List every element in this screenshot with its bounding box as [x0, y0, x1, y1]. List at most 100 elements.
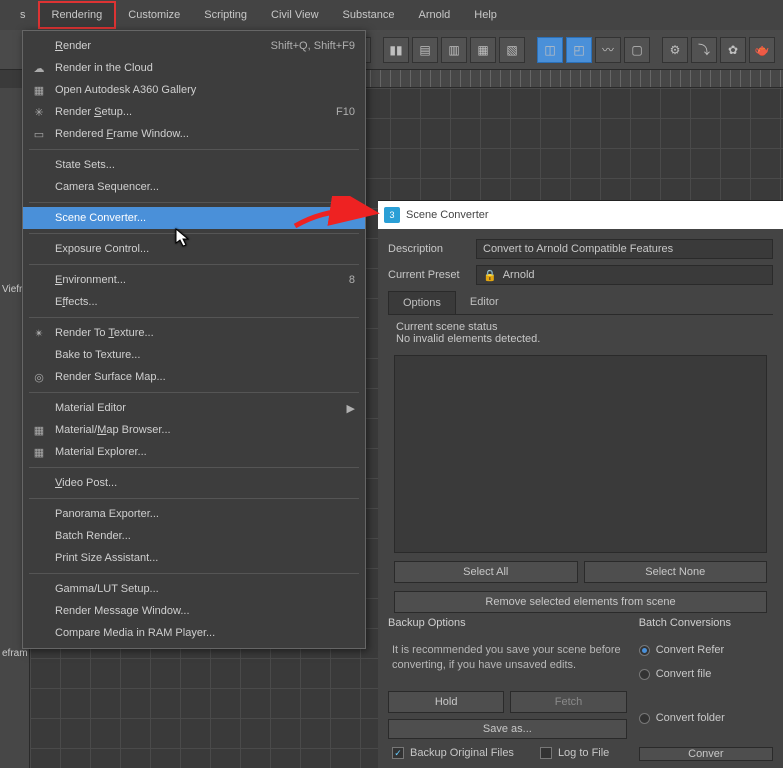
menu-item-rendered-frame-window[interactable]: ▭Rendered Frame Window... [23, 123, 365, 145]
menu-label: Panorama Exporter... [49, 508, 355, 520]
menu-label: Render Message Window... [49, 605, 355, 617]
log-to-file-checkbox[interactable]: Log to File [536, 745, 613, 761]
menu-item-exposure-control[interactable]: Exposure Control... [23, 238, 365, 260]
scene-converter-titlebar[interactable]: 3 Scene Converter [378, 201, 783, 229]
menu-item-state-sets[interactable]: State Sets... [23, 154, 365, 176]
menu-shortcut: F10 [336, 106, 355, 118]
menubar-item-scripting[interactable]: Scripting [192, 3, 259, 27]
scene-converter-window: 3 Scene Converter Description Convert to… [378, 200, 783, 768]
menu-label: Video Post... [49, 477, 355, 489]
description-field[interactable]: Convert to Arnold Compatible Features [476, 239, 773, 259]
menu-item-render-in-the-cloud[interactable]: ☁Render in the Cloud [23, 57, 365, 79]
save-as-button[interactable]: Save as... [388, 719, 627, 739]
toolbar-button-11[interactable]: ⤵ [691, 37, 717, 63]
menu-label: Material Editor [49, 402, 343, 414]
menu-label: Render Setup... [49, 106, 336, 118]
menu-label: Environment... [49, 274, 349, 286]
menu-item-compare-media-in-ram-player[interactable]: Compare Media in RAM Player... [23, 622, 365, 644]
menu-item-gamma-lut-setup[interactable]: Gamma/LUT Setup... [23, 578, 365, 600]
menu-separator [29, 317, 359, 318]
menu-separator [29, 467, 359, 468]
menu-item-video-post[interactable]: Video Post... [23, 472, 365, 494]
elements-list[interactable] [394, 355, 767, 553]
menu-label: Compare Media in RAM Player... [49, 627, 355, 639]
menu-label: Effects... [49, 296, 355, 308]
menubar-item-arnold[interactable]: Arnold [407, 3, 463, 27]
fetch-button[interactable]: Fetch [510, 691, 626, 713]
preset-field[interactable]: 🔒 Arnold [476, 265, 773, 285]
toolbar-button-9[interactable]: ▢ [624, 37, 650, 63]
menu-icon: ▦ [29, 446, 49, 459]
convert-folder-radio[interactable]: Convert folder [639, 709, 773, 727]
menubar-item-help[interactable]: Help [462, 3, 509, 27]
menu-label: Exposure Control... [49, 243, 355, 255]
toolbar-button-1[interactable]: ▮▮ [383, 37, 409, 63]
toolbar-button-2[interactable]: ▤ [412, 37, 438, 63]
toolbar-button-10[interactable]: ⚙ [662, 37, 688, 63]
toolbar-button-3[interactable]: ▥ [441, 37, 467, 63]
menu-label: Render Surface Map... [49, 371, 355, 383]
tab-options[interactable]: Options [388, 291, 456, 314]
menu-item-render[interactable]: RenderShift+Q, Shift+F9 [23, 35, 365, 57]
toolbar-button-4[interactable]: ▦ [470, 37, 496, 63]
toolbar-button-12[interactable]: ✿ [720, 37, 746, 63]
menubar-item-civil-view[interactable]: Civil View [259, 3, 330, 27]
menubar-item-s[interactable]: s [8, 3, 38, 27]
menu-label: Rendered Frame Window... [49, 128, 355, 140]
menu-item-print-size-assistant[interactable]: Print Size Assistant... [23, 547, 365, 569]
backup-original-checkbox[interactable]: ✓Backup Original Files [388, 745, 518, 761]
hold-button[interactable]: Hold [388, 691, 504, 713]
toolbar-button-8[interactable]: 〰 [595, 37, 621, 63]
convert-button[interactable]: Conver [639, 747, 773, 761]
menu-label: Camera Sequencer... [49, 181, 355, 193]
description-label: Description [388, 243, 470, 255]
convert-refer-radio[interactable]: Convert Refer [639, 641, 773, 659]
menu-item-bake-to-texture[interactable]: Bake to Texture... [23, 344, 365, 366]
select-none-button[interactable]: Select None [584, 561, 768, 583]
toolbar-button-5[interactable]: ▧ [499, 37, 525, 63]
menubar-item-customize[interactable]: Customize [116, 3, 192, 27]
menu-item-effects[interactable]: Effects... [23, 291, 365, 313]
menu-label: Render [49, 40, 271, 52]
menu-shortcut: 8 [349, 274, 355, 286]
menu-label: Bake to Texture... [49, 349, 355, 361]
menu-item-render-surface-map[interactable]: ◎Render Surface Map... [23, 366, 365, 388]
menu-separator [29, 573, 359, 574]
tab-editor[interactable]: Editor [456, 291, 513, 314]
menu-item-panorama-exporter[interactable]: Panorama Exporter... [23, 503, 365, 525]
remove-selected-button[interactable]: Remove selected elements from scene [394, 591, 767, 613]
menu-item-render-message-window[interactable]: Render Message Window... [23, 600, 365, 622]
menu-item-material-editor[interactable]: Material Editor▶ [23, 397, 365, 419]
menu-separator [29, 264, 359, 265]
menu-item-render-setup[interactable]: ✳Render Setup...F10 [23, 101, 365, 123]
toolbar-button-13[interactable]: 🫖 [749, 37, 775, 63]
menu-item-material-map-browser[interactable]: ▦Material/Map Browser... [23, 419, 365, 441]
menu-label: Batch Render... [49, 530, 355, 542]
menu-separator [29, 233, 359, 234]
chevron-right-icon: ▶ [343, 402, 355, 415]
menu-item-batch-render[interactable]: Batch Render... [23, 525, 365, 547]
convert-file-radio[interactable]: Convert file [639, 665, 773, 683]
status-line-1: Current scene status [396, 321, 765, 333]
menu-icon: ☁ [29, 62, 49, 75]
menu-icon: ▭ [29, 128, 49, 141]
toolbar-button-6[interactable]: ◫ [537, 37, 563, 63]
menu-item-environment[interactable]: Environment...8 [23, 269, 365, 291]
menu-icon: ✳ [29, 106, 49, 119]
menu-item-scene-converter[interactable]: Scene Converter... [23, 207, 365, 229]
menubar-item-substance[interactable]: Substance [331, 3, 407, 27]
menu-label: Render To Texture... [49, 327, 355, 339]
preset-label: Current Preset [388, 269, 470, 281]
menu-item-render-to-texture[interactable]: ✴Render To Texture... [23, 322, 365, 344]
toolbar-button-7[interactable]: ◰ [566, 37, 592, 63]
viewport-label-2: efram [2, 648, 28, 659]
menubar: sRenderingCustomizeScriptingCivil ViewSu… [0, 0, 783, 30]
menu-separator [29, 498, 359, 499]
menubar-item-rendering[interactable]: Rendering [38, 1, 117, 29]
status-line-2: No invalid elements detected. [396, 333, 765, 345]
menu-item-open-autodesk-a360-gallery[interactable]: ▦Open Autodesk A360 Gallery [23, 79, 365, 101]
select-all-button[interactable]: Select All [394, 561, 578, 583]
menu-item-camera-sequencer[interactable]: Camera Sequencer... [23, 176, 365, 198]
menu-item-material-explorer[interactable]: ▦Material Explorer... [23, 441, 365, 463]
menu-icon: ▦ [29, 84, 49, 97]
